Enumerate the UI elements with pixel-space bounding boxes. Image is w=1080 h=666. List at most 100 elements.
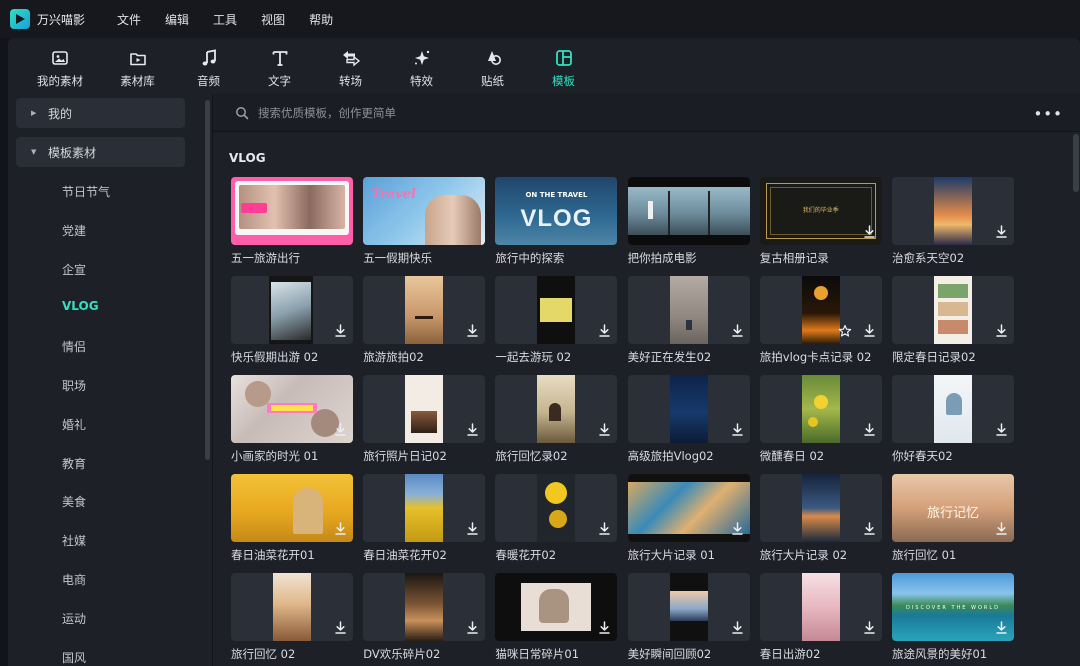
main-scrollbar[interactable] <box>1073 134 1079 192</box>
menu-item-1[interactable]: 编辑 <box>165 11 189 28</box>
template-thumbnail[interactable] <box>627 474 750 542</box>
template-thumbnail[interactable] <box>892 276 1014 344</box>
template-card[interactable]: 美好正在发生02 <box>627 276 750 365</box>
download-icon[interactable] <box>333 620 348 635</box>
sidebar-item-9[interactable]: 社媒 <box>62 532 86 549</box>
download-icon[interactable] <box>862 620 877 635</box>
template-card[interactable]: 把你拍成电影 <box>627 177 750 266</box>
template-card[interactable]: 你好春天02 <box>892 375 1014 464</box>
sidebar-item-12[interactable]: 国风 <box>62 649 86 666</box>
toolbar-tab-2[interactable]: 音频 <box>173 38 244 94</box>
template-card[interactable]: 治愈系天空02 <box>892 177 1014 266</box>
download-icon[interactable] <box>597 323 612 338</box>
download-icon[interactable] <box>730 521 745 536</box>
download-icon[interactable] <box>465 323 480 338</box>
template-thumbnail[interactable] <box>363 375 486 443</box>
download-icon[interactable] <box>465 422 480 437</box>
download-icon[interactable] <box>597 521 612 536</box>
template-thumbnail[interactable] <box>495 276 618 344</box>
template-card[interactable]: 旅行大片记录 02 <box>759 474 882 563</box>
template-thumbnail[interactable] <box>627 375 750 443</box>
download-icon[interactable] <box>333 521 348 536</box>
sidebar-item-8[interactable]: 美食 <box>62 493 86 510</box>
template-card[interactable]: 旅游旅拍02 <box>363 276 486 365</box>
sidebar-group-0[interactable]: ▶ 我的 <box>16 98 185 128</box>
template-thumbnail[interactable] <box>495 375 618 443</box>
download-icon[interactable] <box>465 620 480 635</box>
template-thumbnail[interactable] <box>495 474 618 542</box>
download-icon[interactable] <box>994 224 1009 239</box>
template-thumbnail[interactable] <box>627 177 750 245</box>
download-icon[interactable] <box>465 521 480 536</box>
template-thumbnail[interactable] <box>759 276 882 344</box>
download-icon[interactable] <box>994 323 1009 338</box>
template-thumbnail[interactable]: VLOG ON THE TRAVEL <box>495 177 618 245</box>
sidebar-item-2[interactable]: 企宣 <box>62 261 86 278</box>
template-card[interactable]: 春日油菜花开01 <box>231 474 353 563</box>
template-thumbnail[interactable] <box>363 474 486 542</box>
template-card[interactable]: 旅拍vlog卡点记录 02 <box>759 276 882 365</box>
menu-item-0[interactable]: 文件 <box>117 11 141 28</box>
download-icon[interactable] <box>730 620 745 635</box>
template-card[interactable]: 我们的毕业季 复古相册记录 <box>759 177 882 266</box>
template-card[interactable]: 春暖花开02 <box>495 474 618 563</box>
sidebar-item-0[interactable]: 节日节气 <box>62 183 110 200</box>
sidebar-scrollbar[interactable] <box>205 100 210 460</box>
toolbar-tab-1[interactable]: 素材库 <box>102 38 173 94</box>
favorite-star-icon[interactable] <box>838 324 852 338</box>
download-icon[interactable] <box>862 323 877 338</box>
template-card[interactable]: 春日油菜花开02 <box>363 474 486 563</box>
toolbar-tab-7[interactable]: 模板 <box>528 38 599 94</box>
toolbar-tab-6[interactable]: 贴纸 <box>457 38 528 94</box>
template-thumbnail[interactable] <box>627 573 750 641</box>
download-icon[interactable] <box>862 521 877 536</box>
sidebar-item-5[interactable]: 职场 <box>62 377 86 394</box>
download-icon[interactable] <box>597 422 612 437</box>
template-thumbnail[interactable] <box>231 375 353 443</box>
template-card[interactable]: 微醺春日 02 <box>759 375 882 464</box>
template-thumbnail[interactable] <box>759 573 882 641</box>
download-icon[interactable] <box>994 620 1009 635</box>
template-card[interactable]: DV欢乐碎片02 <box>363 573 486 662</box>
template-card[interactable]: 小画家的时光 01 <box>231 375 353 464</box>
template-thumbnail[interactable]: Travel <box>363 177 486 245</box>
template-card[interactable]: 旅行大片记录 01 <box>627 474 750 563</box>
template-thumbnail[interactable] <box>363 573 486 641</box>
template-card[interactable]: 高级旅拍Vlog02 <box>627 375 750 464</box>
template-thumbnail[interactable]: DISCOVER THE WORLD <box>892 573 1014 641</box>
download-icon[interactable] <box>597 620 612 635</box>
download-icon[interactable] <box>862 224 877 239</box>
download-icon[interactable] <box>730 422 745 437</box>
template-card[interactable]: 猫咪日常碎片01 <box>495 573 618 662</box>
template-card[interactable]: 春日出游02 <box>759 573 882 662</box>
sidebar-item-3[interactable]: VLOG <box>62 299 99 313</box>
template-card[interactable]: Travel 五一假期快乐 <box>363 177 486 266</box>
menu-item-3[interactable]: 视图 <box>261 11 285 28</box>
template-thumbnail[interactable] <box>231 474 353 542</box>
toolbar-tab-4[interactable]: 转场 <box>315 38 386 94</box>
template-card[interactable]: 旅行回忆录02 <box>495 375 618 464</box>
template-thumbnail[interactable] <box>759 474 882 542</box>
toolbar-tab-3[interactable]: 文字 <box>244 38 315 94</box>
template-card[interactable]: 一起去游玩 02 <box>495 276 618 365</box>
menu-item-2[interactable]: 工具 <box>213 11 237 28</box>
template-thumbnail[interactable] <box>759 375 882 443</box>
template-thumbnail[interactable] <box>231 276 353 344</box>
download-icon[interactable] <box>730 323 745 338</box>
menu-item-4[interactable]: 帮助 <box>309 11 333 28</box>
template-thumbnail[interactable] <box>627 276 750 344</box>
sidebar-item-4[interactable]: 情侣 <box>62 338 86 355</box>
template-card[interactable]: 限定春日记录02 <box>892 276 1014 365</box>
more-options-icon[interactable]: ••• <box>1033 105 1063 123</box>
template-thumbnail[interactable] <box>231 573 353 641</box>
template-card[interactable]: 美好瞬间回顾02 <box>627 573 750 662</box>
download-icon[interactable] <box>862 422 877 437</box>
template-card[interactable]: 旅行回忆 02 <box>231 573 353 662</box>
download-icon[interactable] <box>333 323 348 338</box>
sidebar-item-11[interactable]: 运动 <box>62 610 86 627</box>
sidebar-item-10[interactable]: 电商 <box>62 571 86 588</box>
sidebar-item-7[interactable]: 教育 <box>62 455 86 472</box>
template-thumbnail[interactable] <box>892 177 1014 245</box>
template-thumbnail[interactable] <box>892 375 1014 443</box>
template-thumbnail[interactable] <box>363 276 486 344</box>
